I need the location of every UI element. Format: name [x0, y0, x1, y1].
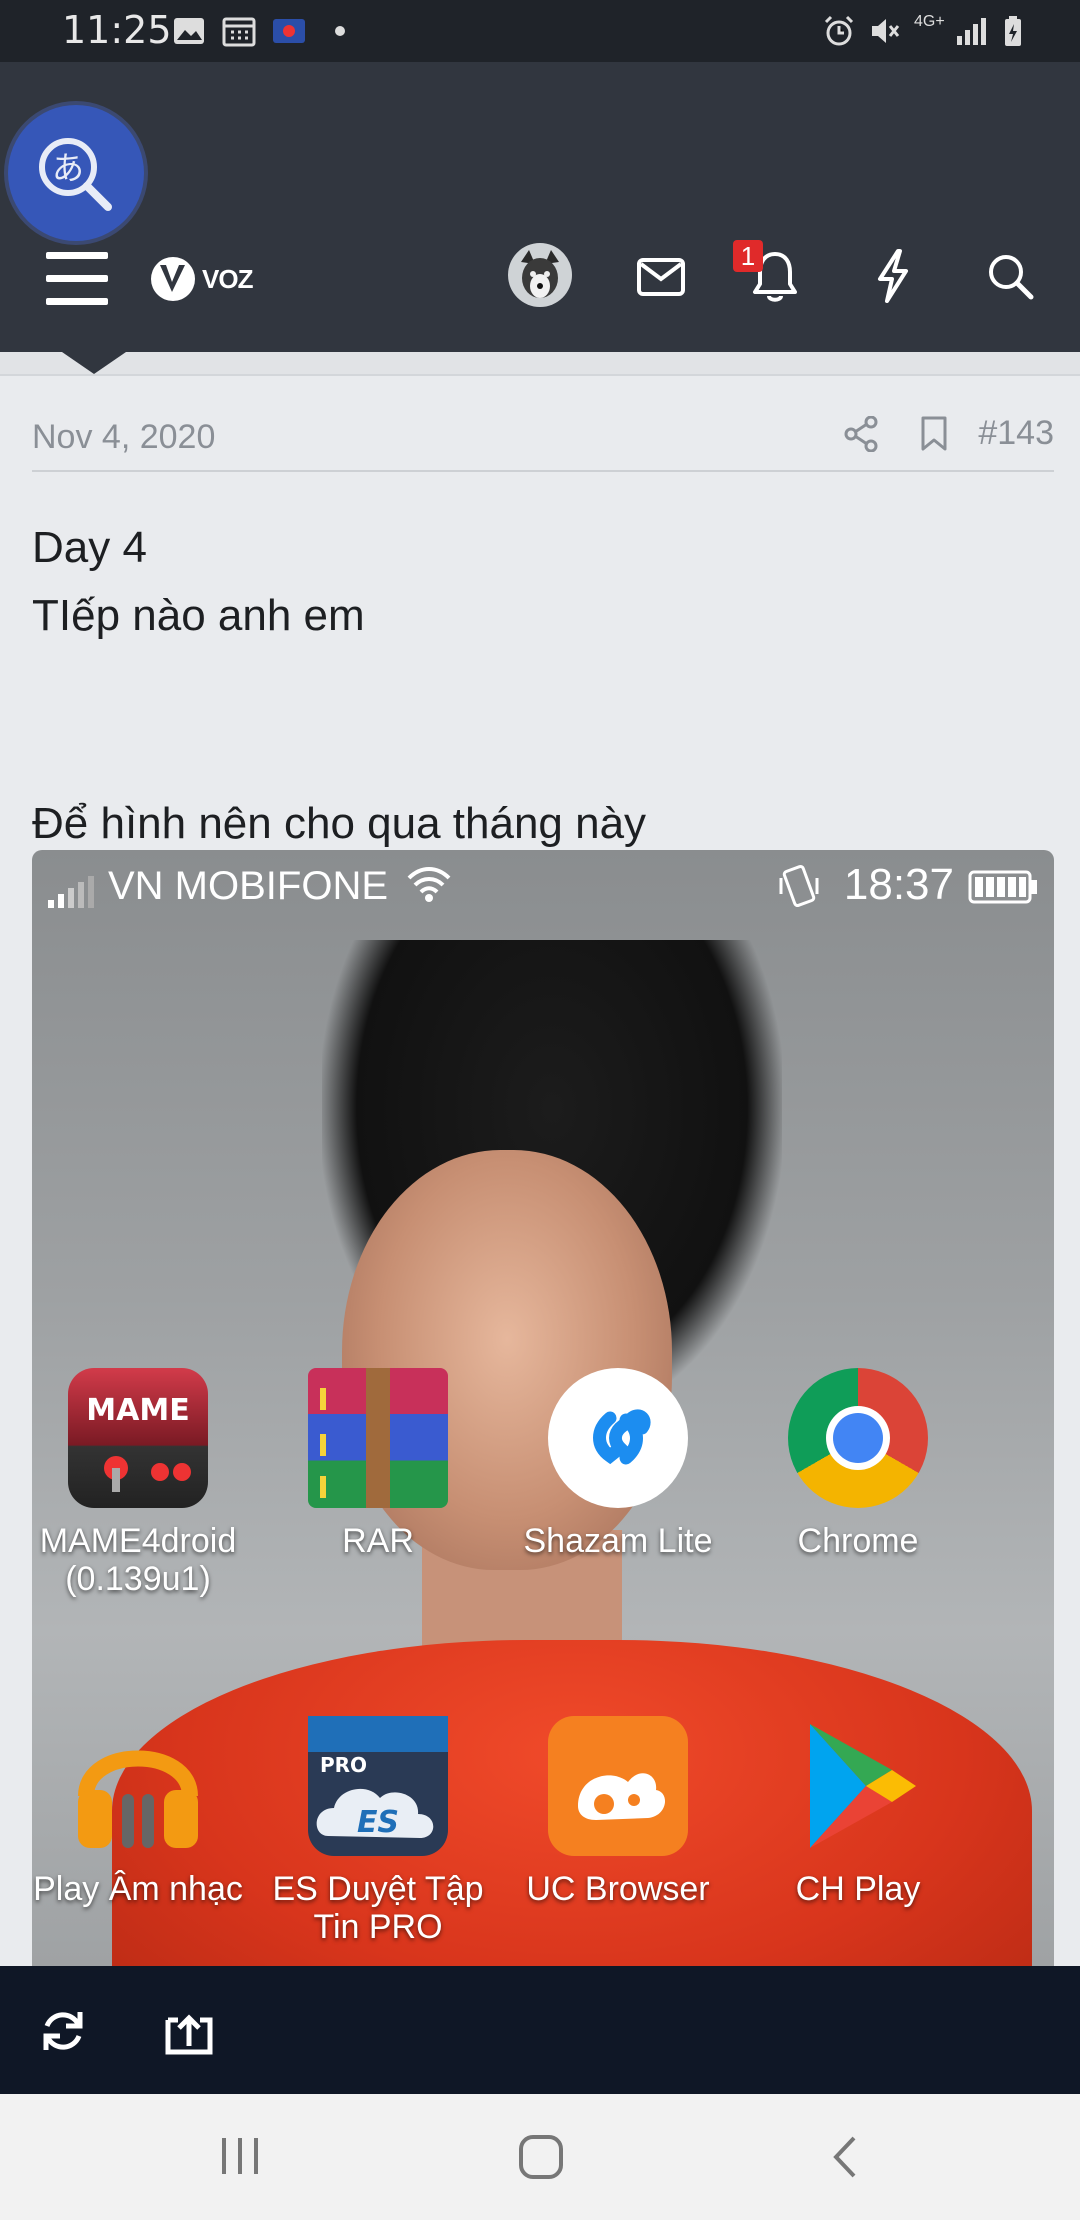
thread-content: Nov 4, 2020 #143 Day 4 TIếp nào anh em Đ… [0, 352, 1080, 1966]
app-es-file-explorer[interactable]: PRO ES ES Duyệt Tập Tin PRO [258, 1716, 498, 1946]
mame4droid-icon: MAME [68, 1368, 208, 1508]
post-text-line: Để hình nên cho qua tháng này [32, 799, 647, 848]
menu-icon[interactable] [46, 252, 108, 306]
app-notification-icon [273, 19, 305, 43]
gallery-icon [174, 18, 204, 44]
play-store-icon [788, 1716, 928, 1856]
back-icon[interactable] [828, 2134, 860, 2180]
status-time: 11:25 [62, 8, 172, 52]
bookmark-icon[interactable] [920, 416, 948, 452]
voz-logo-text: VOZ [202, 263, 253, 294]
app-shazam-lite[interactable]: Shazam Lite [498, 1368, 738, 1560]
app-rar[interactable]: RAR [258, 1368, 498, 1560]
signal-icon [957, 18, 986, 45]
svg-text:MAME: MAME [86, 1393, 189, 1428]
mute-icon [872, 19, 900, 43]
attached-image[interactable]: VN MOBIFONE 18:37 MAME MAME4droid (0.139… [32, 850, 1054, 1966]
recent-apps-icon[interactable] [218, 2136, 262, 2176]
more-notifications-dot-icon [335, 26, 345, 36]
forum-nav: VOZ [0, 220, 1080, 340]
post-blank-space [32, 650, 1052, 790]
app-label: ES Duyệt Tập Tin PRO [272, 1870, 484, 1946]
app-label: RAR [342, 1522, 414, 1560]
app-chrome[interactable]: Chrome [738, 1368, 978, 1560]
whats-new-lightning-icon[interactable] [874, 248, 912, 304]
app-label: CH Play [795, 1870, 921, 1908]
app-label: Chrome [797, 1522, 919, 1560]
search-icon[interactable] [986, 252, 1034, 300]
voz-logo[interactable]: VOZ [150, 256, 253, 302]
app-label: MAME4droid (0.139u1) [39, 1522, 237, 1598]
post-text-line: Day 4 [32, 523, 147, 572]
calendar-icon [222, 17, 256, 47]
app-label: Shazam Lite [523, 1522, 713, 1560]
post-date[interactable]: Nov 4, 2020 [32, 418, 215, 457]
post-actions: #143 [844, 414, 1054, 453]
notification-count-badge: 1 [733, 240, 763, 272]
chrome-icon [788, 1368, 928, 1508]
share-icon[interactable] [844, 415, 878, 452]
app-mame4droid[interactable]: MAME MAME4droid (0.139u1) [32, 1368, 258, 1598]
app-play-music[interactable]: Play Âm nhạc [32, 1716, 258, 1908]
post-text-line: TIếp nào anh em [32, 591, 365, 640]
battery-icon [1005, 16, 1021, 46]
svg-text:あ: あ [52, 149, 84, 187]
content-top-strip [0, 352, 1080, 376]
system-navigation-bar [0, 2094, 1080, 2220]
app-label: Play Âm nhạc [33, 1870, 243, 1908]
post-meta-bar: Nov 4, 2020 #143 [32, 412, 1054, 472]
browser-bottom-toolbar [0, 1966, 1080, 2094]
voz-logo-icon [151, 257, 195, 301]
status-bar: 11:25 4G+ [0, 0, 1080, 62]
play-music-icon [68, 1716, 208, 1856]
uc-browser-icon [548, 1716, 688, 1856]
post-message: Day 4 TIếp nào anh em Để hình nên cho qu… [32, 514, 1052, 858]
home-screen-app-grid: MAME MAME4droid (0.139u1) RAR Shazam Lit… [32, 850, 1054, 1966]
network-type: 4G+ [914, 13, 945, 30]
app-label: UC Browser [526, 1870, 710, 1908]
svg-text:PRO: PRO [320, 1753, 367, 1777]
menu-pointer-notch [62, 352, 126, 374]
alarm-icon [824, 15, 854, 46]
app-play-store[interactable]: CH Play [738, 1716, 978, 1908]
translate-search-icon: あ [39, 138, 112, 211]
shazam-icon [548, 1368, 688, 1508]
user-avatar[interactable] [507, 242, 573, 308]
reload-icon[interactable] [38, 2006, 88, 2056]
es-file-explorer-icon: PRO ES [308, 1716, 448, 1856]
rar-icon [308, 1368, 448, 1508]
home-icon[interactable] [518, 2134, 564, 2180]
messages-icon[interactable] [637, 258, 685, 296]
svg-text:ES: ES [357, 1805, 399, 1840]
open-in-app-icon[interactable] [164, 2006, 214, 2056]
app-uc-browser[interactable]: UC Browser [498, 1716, 738, 1908]
post-number-link[interactable]: #143 [978, 414, 1054, 453]
